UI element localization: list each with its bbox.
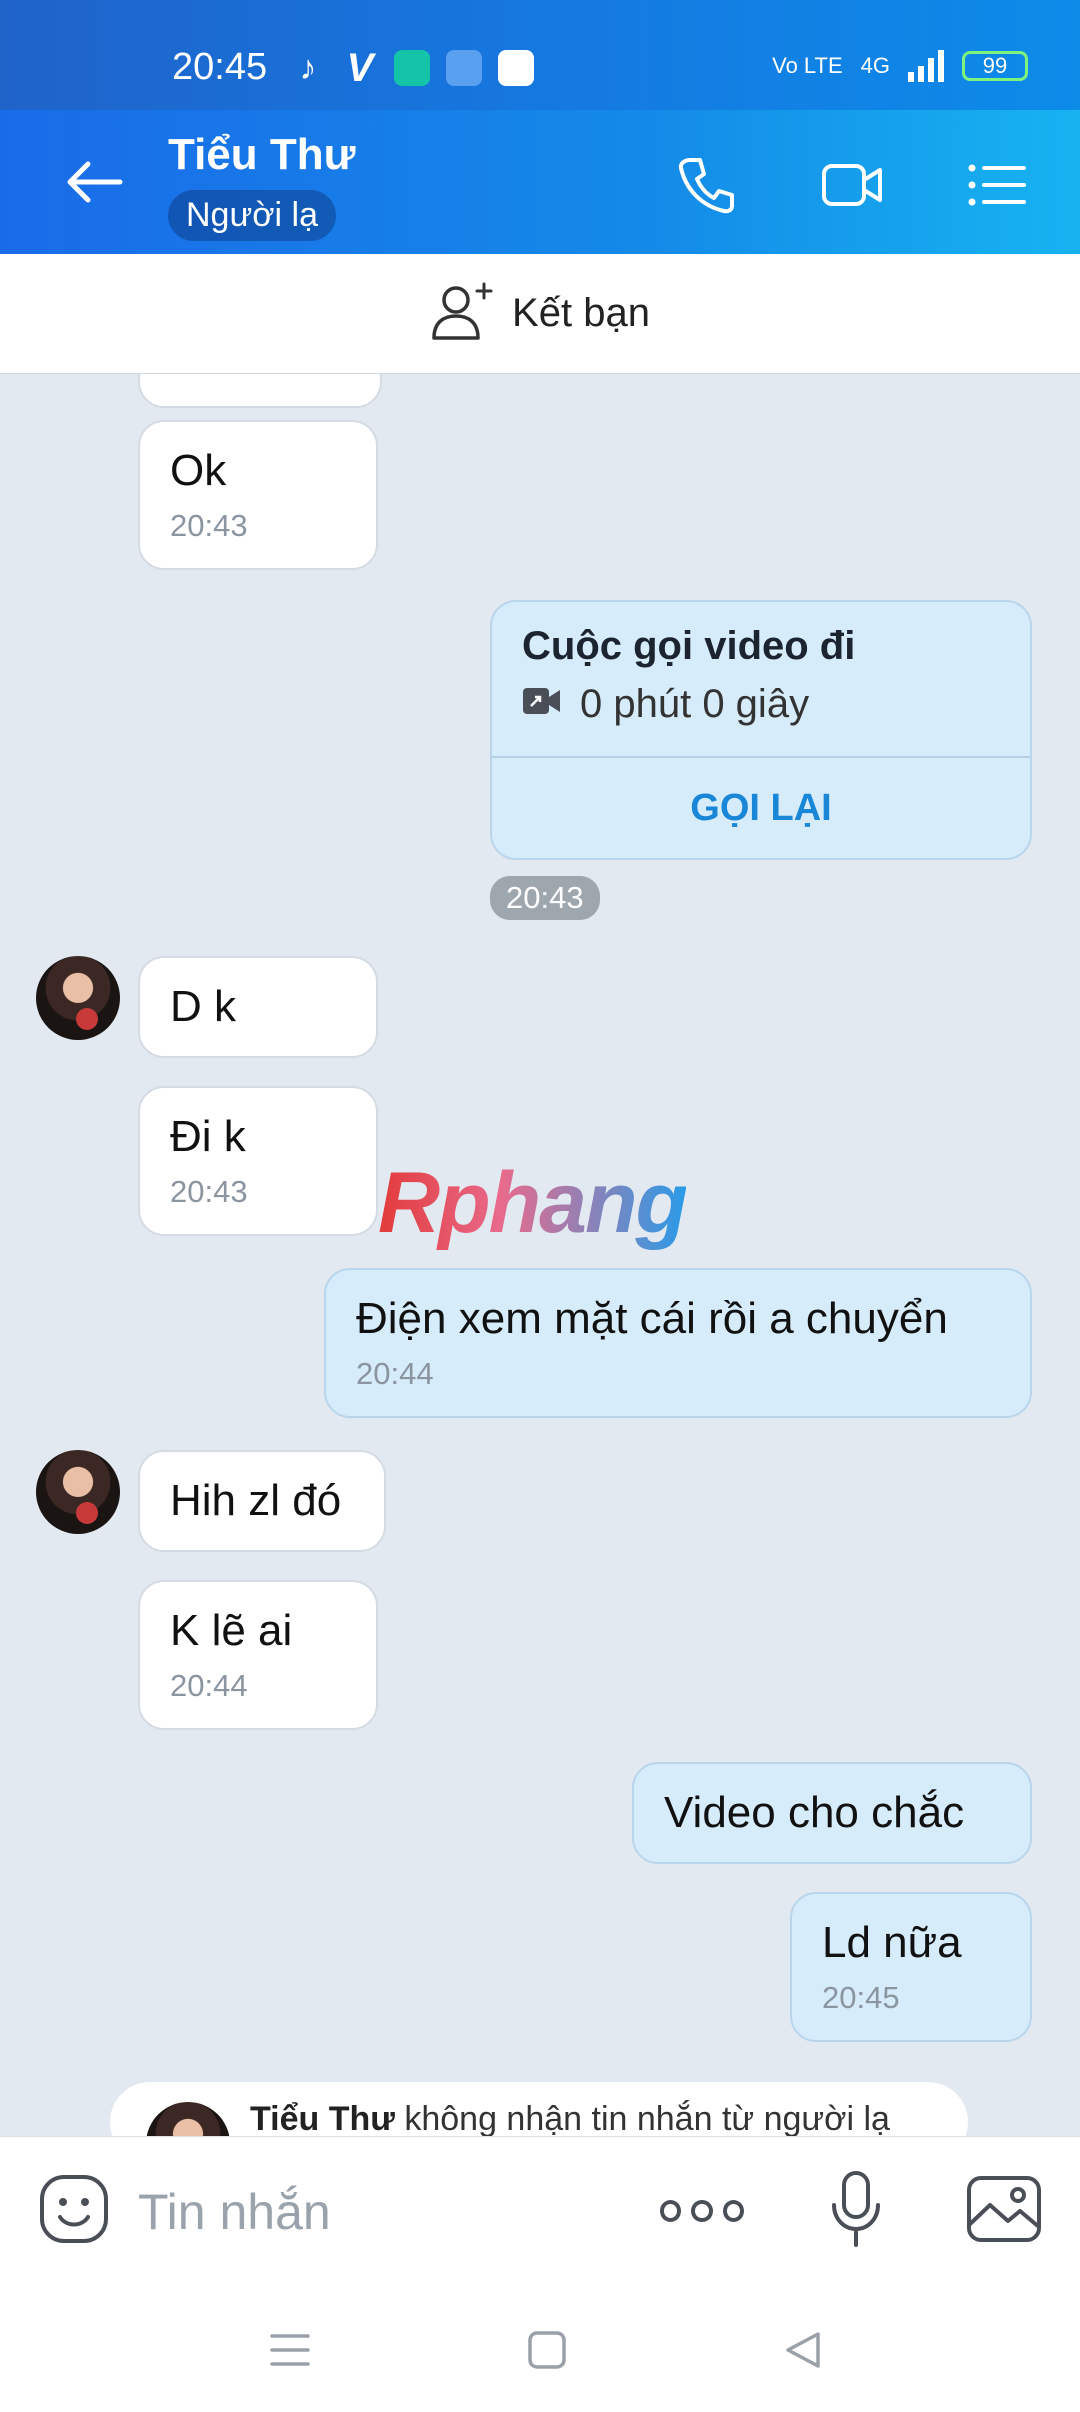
- call-duration: 0 phút 0 giây: [522, 682, 809, 727]
- avatar: [146, 2102, 230, 2136]
- signal-label: 4G: [860, 53, 890, 78]
- message-text: D k: [170, 982, 236, 1031]
- chat-header: Tiểu Thư Người lạ: [0, 110, 1080, 254]
- stranger-notice: Tiểu Thư không nhận tin nhắn từ người lạ: [110, 2082, 968, 2136]
- message-bubble[interactable]: K lẽ ai 20:44: [138, 1580, 378, 1730]
- call-duration-text: 0 phút 0 giây: [580, 682, 810, 726]
- message-bubble[interactable]: Ok 20:43: [138, 420, 378, 570]
- viettel-icon: V: [346, 46, 374, 90]
- arrow-left-icon[interactable]: [60, 152, 130, 212]
- video-camera-icon[interactable]: [818, 150, 888, 220]
- video-call-card[interactable]: Cuộc gọi video đi 0 phút 0 giây GỌI LẠI: [490, 600, 1032, 860]
- avatar[interactable]: [36, 956, 120, 1040]
- message-time: 20:44: [170, 1668, 248, 1703]
- message-text: K lẽ ai: [170, 1606, 293, 1655]
- call-back-button[interactable]: GỌI LẠI: [492, 756, 1030, 858]
- message-text: Video cho chắc: [664, 1788, 965, 1837]
- notice-name: Tiểu Thư: [250, 2100, 395, 2136]
- message-input[interactable]: [138, 2177, 638, 2247]
- notice-text: không nhận tin nhắn từ người lạ: [394, 2100, 890, 2136]
- message-time: 20:44: [356, 1356, 434, 1391]
- weather-icon: [446, 50, 482, 86]
- video-call-icon: [522, 682, 562, 727]
- avatar[interactable]: [36, 1450, 120, 1534]
- chat-area[interactable]: Ok 20:43 Cuộc gọi video đi 0 phút 0 giây…: [0, 374, 1080, 2136]
- status-bar: 20:45 ♪ V Vo LTE 4G 99: [0, 0, 1080, 110]
- list-menu-icon[interactable]: [962, 150, 1032, 220]
- message-bubble[interactable]: Video cho chắc: [632, 1762, 1032, 1864]
- system-nav-bar: [0, 2286, 1080, 2412]
- contact-name[interactable]: Tiểu Thư: [168, 130, 356, 180]
- message-time: 20:43: [170, 508, 248, 543]
- phone-icon[interactable]: [672, 150, 742, 220]
- message-time: 20:45: [822, 1980, 900, 2015]
- stranger-badge: Người lạ: [168, 190, 336, 241]
- call-title: Cuộc gọi video đi: [522, 624, 856, 668]
- message-text: Ok: [170, 446, 227, 495]
- message-time: 20:43: [170, 1174, 248, 1209]
- watermark-logo: Rphang: [378, 1155, 688, 1251]
- message-bubble-partial[interactable]: [138, 374, 382, 408]
- microphone-icon[interactable]: [828, 2169, 884, 2249]
- message-text: Điện xem mặt cái rồi a chuyển: [356, 1294, 948, 1343]
- image-icon[interactable]: [966, 2175, 1042, 2243]
- add-friend-bar[interactable]: Kết bạn: [0, 254, 1080, 374]
- status-indicators: Vo LTE 4G 99: [772, 50, 1028, 82]
- status-time: 20:45: [172, 46, 268, 88]
- more-dots-icon[interactable]: [660, 2181, 744, 2241]
- add-friend-label: Kết bạn: [512, 291, 650, 335]
- home-icon[interactable]: [522, 2328, 570, 2372]
- message-text: Hih zl đó: [170, 1476, 342, 1525]
- notification-app-icon: [498, 50, 534, 86]
- add-user-icon: [430, 280, 496, 347]
- message-text: Ld nữa: [822, 1918, 962, 1967]
- battery-icon: 99: [962, 51, 1028, 81]
- message-bubble[interactable]: Hih zl đó: [138, 1450, 386, 1552]
- volte-icon: Vo LTE: [772, 53, 843, 78]
- message-time-pill: 20:43: [490, 876, 600, 920]
- emoji-icon[interactable]: [38, 2173, 110, 2245]
- signal-icon: [908, 50, 944, 82]
- message-bubble[interactable]: Ld nữa 20:45: [790, 1892, 1032, 2042]
- message-text: Đi k: [170, 1112, 246, 1161]
- back-triangle-icon[interactable]: [780, 2328, 828, 2372]
- message-bubble[interactable]: Điện xem mặt cái rồi a chuyển 20:44: [324, 1268, 1032, 1418]
- check-app-icon: [394, 50, 430, 86]
- recent-apps-icon[interactable]: [266, 2328, 314, 2372]
- tiktok-icon: ♪: [299, 49, 317, 87]
- message-bubble[interactable]: D k: [138, 956, 378, 1058]
- message-bubble[interactable]: Đi k 20:43: [138, 1086, 378, 1236]
- message-input-bar: [0, 2136, 1080, 2286]
